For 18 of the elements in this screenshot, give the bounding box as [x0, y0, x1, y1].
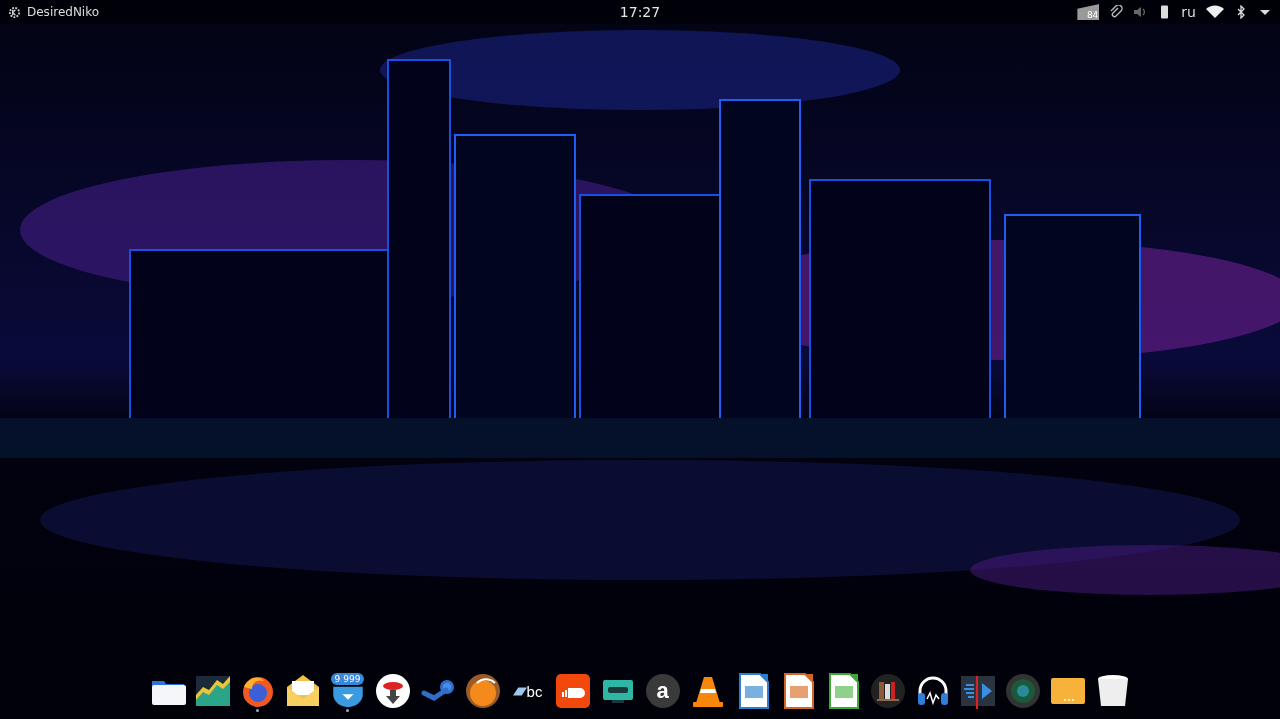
download-arrow-icon[interactable] [374, 673, 411, 709]
speaker-icon[interactable] [1133, 5, 1148, 19]
bookshelf-icon[interactable] [869, 673, 906, 709]
cloud-icon[interactable] [554, 673, 591, 709]
area-chart-icon[interactable] [194, 673, 231, 709]
user-name[interactable]: DesiredNiko [27, 5, 100, 19]
envelope-icon[interactable] [284, 673, 321, 709]
paperclip-icon[interactable] [1109, 5, 1124, 19]
running-indicator [256, 709, 259, 712]
running-indicator [346, 709, 349, 712]
notification-badge: 9 999 [330, 673, 365, 685]
play-timeline-icon[interactable] [959, 673, 996, 709]
wifi-icon[interactable] [1206, 5, 1224, 19]
swirl-ball-icon[interactable] [464, 673, 501, 709]
keyboard-layout[interactable]: ru [1181, 4, 1196, 20]
camera-lens-icon[interactable] [1004, 673, 1041, 709]
clock[interactable]: 17:27 [619, 4, 661, 20]
gear-logo-icon[interactable] [8, 5, 21, 19]
